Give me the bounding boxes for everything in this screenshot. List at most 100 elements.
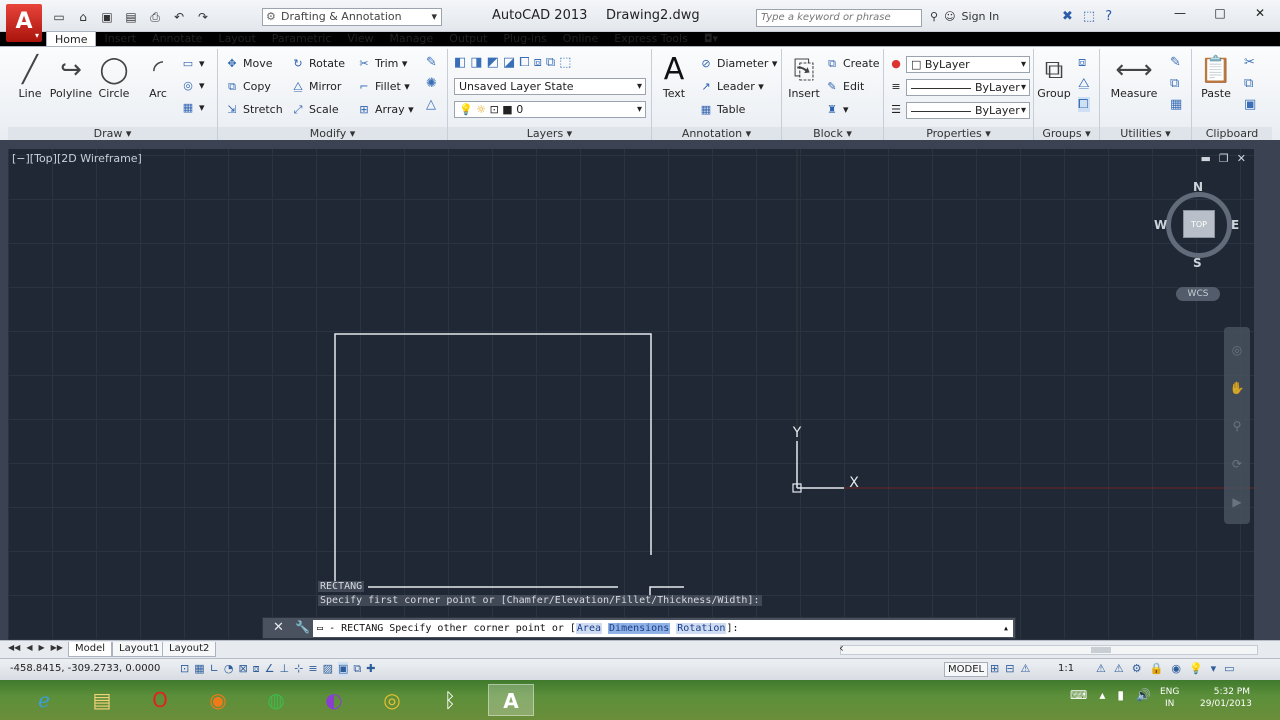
rectangle-tool[interactable]: ▭ ▾ [180,55,205,73]
tab-layout2[interactable]: Layout2 [162,642,217,657]
chrome-icon[interactable]: ◎ [374,684,410,716]
zoom-icon[interactable]: ⚲ [1224,419,1250,441]
measure-tool[interactable]: ⟷ Measure [1106,53,1162,100]
lineweight-toggle-icon[interactable]: ≡ [308,662,317,676]
command-input[interactable]: ▭ - RECTANG Specify other corner point o… [313,620,1013,637]
next-layout-icon[interactable]: ▶ [38,643,44,652]
mirror-tool[interactable]: ⧋ Mirror [290,78,341,96]
group-tool[interactable]: ⧉ Group [1034,53,1074,100]
new-icon[interactable]: ▭ [50,8,68,26]
orbit-icon[interactable]: ⟳ [1224,457,1250,479]
tab-layout1[interactable]: Layout1 [112,642,167,657]
prev-layout-icon[interactable]: ◀ [26,643,32,652]
scrollbar-thumb[interactable] [1091,647,1111,653]
linetype-dropdown[interactable]: ByLayer [906,102,1030,119]
tab-insert[interactable]: Insert [96,31,144,47]
maximize-icon[interactable]: □ [1200,0,1240,26]
match-properties-icon[interactable]: ● [888,55,907,73]
utilities-panel-title[interactable]: Utilities ▾ [1100,127,1191,141]
layer-freeze-icon[interactable]: ⬚ [559,55,571,70]
firefox-icon[interactable]: ◉ [200,684,236,716]
annotation-monitor-icon[interactable]: ✚ [366,662,375,676]
minimize-icon[interactable]: — [1160,0,1200,26]
fillet-tool[interactable]: ⌐ Fillet ▾ [356,78,409,96]
save-as-icon[interactable]: ▤ [122,8,140,26]
last-layout-icon[interactable]: ▶▶ [51,643,63,652]
ellipse-tool[interactable]: ◎ ▾ [180,77,204,95]
tab-parametric[interactable]: Parametric [264,31,340,47]
workspace-switching-icon[interactable]: ⚙ [1132,662,1142,675]
select-all-icon[interactable]: ⧉ [1170,76,1182,91]
move-tool[interactable]: ✥ Move [224,55,272,73]
copy-base-icon[interactable]: ▣ [1244,97,1256,112]
group-edit-icon[interactable]: ⧋ [1078,76,1090,91]
auto-scale-icon[interactable]: ⚠ [1114,662,1124,675]
attribute-tool[interactable]: ♜ ▾ [824,101,848,119]
tab-view[interactable]: View [339,31,381,47]
isolate-objects-icon[interactable]: 💡 [1189,662,1203,675]
quick-select-icon[interactable]: ✎ [1170,55,1182,70]
showmotion-icon[interactable]: ▶ [1224,495,1250,517]
model-space-button[interactable]: MODEL [944,662,989,677]
autocad-taskbar-icon[interactable]: A [488,684,534,716]
text-tool[interactable]: A Text [652,53,696,101]
array-tool[interactable]: ⊞ Array ▾ [356,101,413,119]
dyn-icon[interactable]: ⊹ [294,662,303,676]
diameter-tool[interactable]: ⊘ Diameter ▾ [698,55,777,73]
modify-panel-title[interactable]: Modify ▾ [218,127,447,141]
status-menu-icon[interactable]: ▾ [1211,662,1217,675]
tab-home[interactable]: Home [46,31,97,47]
drawing-canvas[interactable]: Y X [8,149,1254,640]
paste-tool[interactable]: 📋 Paste [1194,53,1238,100]
group-select-icon[interactable]: ⧠ [1078,97,1090,112]
tab-layout[interactable]: Layout [210,31,263,47]
network-icon[interactable]: ▮ [1117,688,1124,702]
ducs-icon[interactable]: ⊥ [280,662,290,676]
groups-panel-title[interactable]: Groups ▾ [1034,127,1099,141]
option-dimensions[interactable]: Dimensions [608,623,671,634]
lineweight-dropdown[interactable]: ByLayer [906,79,1030,96]
wrench-icon[interactable]: 🔧 [295,620,310,634]
cut-icon[interactable]: ✂ [1244,55,1256,70]
copy-clip-icon[interactable]: ⧉ [1244,76,1256,91]
tab-manage[interactable]: Manage [381,31,441,47]
table-tool[interactable]: ▦ Table [698,101,746,119]
tab-model[interactable]: Model [68,642,113,657]
system-clock[interactable]: 5:32 PM 29/01/2013 [1200,686,1252,710]
steering-wheel-icon[interactable]: ◎ [1224,343,1250,365]
annotation-scale[interactable]: 1:1 [1058,663,1074,674]
redo-icon[interactable]: ↷ [194,8,212,26]
save-icon[interactable]: ▣ [98,8,116,26]
layer-previous-icon[interactable]: ⧈ [534,55,542,70]
edit-block-tool[interactable]: ✎ Edit [824,78,864,96]
pan-icon[interactable]: ✋ [1224,381,1250,403]
create-block-tool[interactable]: ⧉ Create [824,55,880,73]
open-icon[interactable]: ⌂ [74,8,92,26]
binoculars-icon[interactable]: ⚲ [930,10,938,23]
polyline-tool[interactable]: ↪ Polyline [46,53,96,100]
layer-iso-icon[interactable]: ◩ [487,55,499,70]
tab-express-tools[interactable]: Express Tools [606,31,696,47]
layer-walk-icon[interactable]: ⧉ [546,55,555,70]
block-panel-title[interactable]: Block ▾ [782,127,883,141]
tab-output[interactable]: Output [441,31,495,47]
first-layout-icon[interactable]: ◀◀ [8,643,20,652]
clean-screen-icon[interactable]: ▭ [1224,662,1234,675]
snap-icon[interactable]: ⊡ [180,662,189,676]
notifications-icon[interactable]: ▴ [1099,688,1105,702]
search-input[interactable]: Type a keyword or phrase [756,9,922,27]
grid-icon[interactable]: ▦ [194,662,204,676]
app-icon[interactable]: ◐ [316,684,352,716]
3dosnap-icon[interactable]: ⧈ [253,662,260,676]
help-icon[interactable]: ? [1105,9,1112,24]
quick-properties-icon[interactable]: ▣ [337,662,349,676]
erase-icon[interactable]: ✎ [426,55,437,70]
ungroup-icon[interactable]: ⧈ [1078,55,1090,70]
hatch-tool[interactable]: ▦ ▾ [180,99,205,117]
viewport-close-icon[interactable]: ✕ [1237,152,1246,165]
quick-view-layout-icon[interactable]: ⊞ [990,662,999,675]
compass-east[interactable]: E [1231,218,1239,232]
tab-annotate[interactable]: Annotate [144,31,210,47]
opera-icon[interactable]: O [142,684,178,716]
layer-state-dropdown[interactable]: Unsaved Layer State [454,78,646,95]
